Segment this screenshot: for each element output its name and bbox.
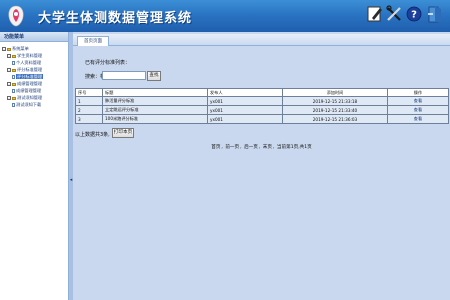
- row-no: 1: [75, 96, 103, 106]
- row-author: yx001: [207, 114, 283, 124]
- menu-tree: - 系统菜单 - 学生资料管理 个人资料管理 - 评分标准管理 评分标准管理 - 成绩管理管理 成绩…: [0, 42, 68, 108]
- search-button[interactable]: 查找: [147, 71, 161, 81]
- document-icon: [12, 61, 15, 65]
- pager-last-link[interactable]: 末页: [263, 145, 272, 150]
- header-author: 发布人: [207, 88, 283, 97]
- sidebar-item-label: 成绩管理管理: [16, 88, 42, 93]
- row-no: 3: [75, 114, 103, 124]
- sidebar-item[interactable]: - 系统菜单: [0, 45, 68, 52]
- row-author: yx001: [207, 96, 283, 106]
- row-action: 查看: [387, 96, 449, 106]
- sidebar-item[interactable]: 测试须知下载: [0, 101, 68, 108]
- folder-icon: [12, 96, 16, 100]
- search-input[interactable]: [102, 71, 146, 80]
- folder-icon: [12, 54, 16, 58]
- document-icon: [12, 75, 15, 79]
- row-author: yx001: [207, 105, 283, 115]
- record-count: 以上数据共3条,: [75, 132, 110, 138]
- view-link[interactable]: 查看: [414, 116, 422, 121]
- table-row: 3 100米跑评分标准 yx001 2019-12-15 21:36:03 查看: [75, 114, 449, 124]
- pager-first-link[interactable]: 首页: [211, 145, 220, 150]
- row-title: 立定跳远评分标准: [102, 105, 208, 115]
- sidebar-item-label: 个人资料管理: [16, 60, 42, 65]
- pager-prev-link[interactable]: 前一页: [225, 145, 239, 150]
- sidebar-item[interactable]: 评分标准管理: [0, 73, 68, 80]
- tools-icon[interactable]: [386, 4, 402, 24]
- header-no: 序号: [75, 88, 103, 97]
- document-icon: [12, 89, 15, 93]
- row-action: 查看: [387, 105, 449, 115]
- standards-table: 序号 标题 发布人 添加时间 操作 1 肺活量评分标准 yx001 2019-12-1…: [75, 88, 449, 124]
- app-header: 大学生体测数据管理系统 ?: [0, 0, 450, 32]
- sidebar: 功能菜单 - 系统菜单 - 学生资料管理 个人资料管理 - 评分标准管理 评分标准管理 - 成绩管…: [0, 32, 69, 300]
- tab-home[interactable]: 首页页面: [77, 36, 109, 46]
- sidebar-item[interactable]: - 测试须知管理: [0, 94, 68, 101]
- row-title: 肺活量评分标准: [102, 96, 208, 106]
- table-row: 1 肺活量评分标准 yx001 2019-12-15 21:33:18 查看: [75, 96, 449, 106]
- pager: 首页, 前一页, 后一页, 末页, 当前第1页,共1页: [211, 145, 312, 150]
- row-no: 2: [75, 105, 103, 115]
- sidebar-item[interactable]: 成绩管理管理: [0, 87, 68, 94]
- folder-icon: [12, 82, 16, 86]
- folder-icon: [7, 47, 11, 51]
- tab-bar: 首页页面: [73, 34, 450, 46]
- header-time: 添加时间: [282, 88, 388, 97]
- expand-toggle-icon[interactable]: -: [7, 96, 11, 100]
- header-title: 标题: [102, 88, 208, 97]
- svg-text:?: ?: [411, 10, 417, 21]
- print-button[interactable]: 打印本页: [112, 128, 134, 138]
- logo-icon: [8, 5, 24, 27]
- row-time: 2019-12-15 21:36:03: [282, 114, 388, 124]
- row-action: 查看: [387, 114, 449, 124]
- view-link[interactable]: 查看: [414, 107, 422, 112]
- row-time: 2019-12-15 21:33:40: [282, 105, 388, 115]
- expand-toggle-icon[interactable]: -: [2, 47, 6, 51]
- sidebar-item[interactable]: - 评分标准管理: [0, 66, 68, 73]
- folder-icon: [12, 68, 16, 72]
- expand-toggle-icon[interactable]: -: [7, 68, 11, 72]
- header-action: 操作: [387, 88, 449, 97]
- sidebar-item-label: 评分标准管理: [16, 74, 44, 79]
- app-title: 大学生体测数据管理系统: [38, 11, 193, 26]
- pager-next-link[interactable]: 后一页: [244, 145, 258, 150]
- expand-toggle-icon[interactable]: -: [7, 54, 11, 58]
- sidebar-item[interactable]: - 成绩管理管理: [0, 80, 68, 87]
- sidebar-item-label: 系统菜单: [12, 46, 29, 51]
- sidebar-title: 功能菜单: [0, 32, 68, 42]
- sidebar-item[interactable]: 个人资料管理: [0, 59, 68, 66]
- list-caption: 已有评分标准列表：: [85, 60, 131, 66]
- sidebar-item-label: 成绩管理管理: [17, 81, 43, 86]
- sidebar-item-label: 评分标准管理: [17, 67, 43, 72]
- expand-toggle-icon[interactable]: -: [7, 82, 11, 86]
- row-time: 2019-12-15 21:33:18: [282, 96, 388, 106]
- edit-icon[interactable]: [367, 4, 383, 24]
- row-title: 100米跑评分标准: [102, 114, 208, 124]
- exit-icon[interactable]: [426, 4, 442, 24]
- document-icon: [12, 103, 15, 107]
- sidebar-item-label: 测试须知管理: [17, 95, 43, 100]
- help-icon[interactable]: ?: [406, 4, 422, 24]
- view-link[interactable]: 查看: [414, 98, 422, 103]
- sidebar-item-label: 学生资料管理: [17, 53, 43, 58]
- pager-status: 当前第1页,共1页: [276, 145, 312, 150]
- main-panel: 首页页面 已有评分标准列表： 搜索：标题： 查找 序号 标题 发布人 添加时间 …: [73, 32, 450, 300]
- sidebar-item[interactable]: - 学生资料管理: [0, 52, 68, 59]
- sidebar-item-label: 测试须知下载: [16, 102, 42, 107]
- table-row: 2 立定跳远评分标准 yx001 2019-12-15 21:33:40 查看: [75, 105, 449, 115]
- content-area: 已有评分标准列表： 搜索：标题： 查找 序号 标题 发布人 添加时间 操作 1肺…: [75, 47, 449, 297]
- table-header-row: 序号 标题 发布人 添加时间 操作: [75, 88, 449, 97]
